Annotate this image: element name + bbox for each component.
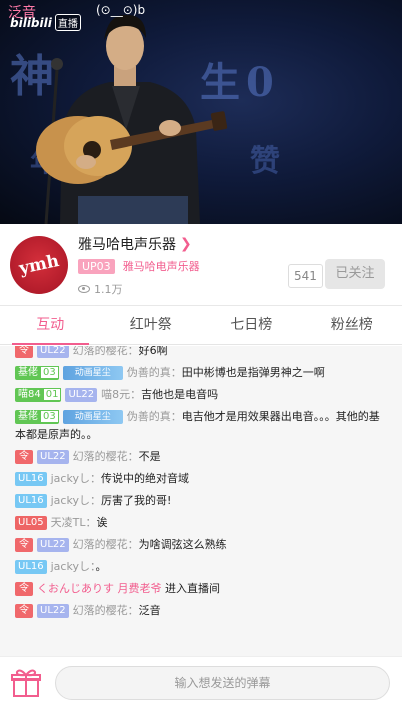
- chat-username[interactable]: 幻落的樱花：: [73, 538, 139, 551]
- chat-list[interactable]: 令 UL22 幻落的樱花：好6啊 基佬 03 动画星尘 伪善的真：田中彬博也是指弹男神之一啊…: [0, 346, 402, 656]
- chat-message: 喵84 01 UL22 喵8元：吉他也是电音吗: [15, 386, 390, 404]
- chat-message: 令 UL22 幻落的樱花：泛音: [15, 602, 390, 620]
- chat-message: 基佬 03 动画星尘 伪善的真：田中彬博也是指弹男神之一啊: [15, 364, 390, 382]
- chat-message: 令 UL22 幻落的樱花：好6啊: [15, 346, 390, 360]
- chat-text: 。: [95, 560, 107, 573]
- chat-message: 令 UL22 幻落的樱花：不是: [15, 448, 390, 466]
- view-count: 1.1万: [78, 281, 123, 297]
- user-level-badge: UL16: [15, 472, 47, 486]
- tab-interact[interactable]: 互动: [0, 307, 101, 345]
- fan-medal-level: 03: [40, 410, 59, 423]
- user-level-badge: UL05: [15, 516, 47, 530]
- chat-message: UL16 jackyし：传说中的绝对音域: [15, 470, 390, 488]
- view-count-value: 1.1万: [94, 283, 123, 296]
- tab-fan-rank[interactable]: 粉丝榜: [302, 307, 402, 344]
- performer-image: [36, 14, 228, 224]
- chat-text: 为啥调弦这么熟练: [138, 538, 227, 551]
- video-player[interactable]: 神 生0 年 赞 泛音 (⊙__⊙)b bilibili 直播: [0, 0, 402, 224]
- admin-icon: 令: [15, 346, 33, 358]
- up-level-badge: UP03: [78, 258, 115, 274]
- chat-username[interactable]: 幻落的樱花：: [73, 346, 139, 357]
- fan-medal-name: 基佬: [18, 367, 38, 378]
- chat-text: 好6啊: [138, 346, 168, 357]
- admin-icon: 令: [15, 538, 33, 552]
- chat-message: 令 UL22 幻落的樱花：为啥调弦这么熟练: [15, 536, 390, 554]
- chat-text: 诶: [96, 516, 108, 529]
- user-level-badge: UL16: [15, 494, 47, 508]
- medal-badge: 动画星尘: [62, 366, 123, 380]
- chevron-right-icon: ❯: [180, 236, 192, 252]
- fan-medal-badge: 基佬 03: [15, 366, 59, 380]
- admin-icon: 令: [15, 582, 33, 596]
- chat-text: 田中彬博也是指弹男神之一啊: [181, 366, 325, 379]
- streamer-name: 雅马哈电声乐器: [78, 237, 176, 253]
- chat-text: 传说中的绝对音域: [100, 472, 189, 485]
- fan-medal-level: 03: [40, 366, 59, 379]
- chat-username[interactable]: 幻落的樱花：: [73, 604, 139, 617]
- chat-text: 进入直播间: [165, 582, 220, 595]
- tab-bar: 互动 红叶祭 七日榜 粉丝榜: [0, 307, 402, 345]
- tab-weekly-rank[interactable]: 七日榜: [201, 307, 302, 344]
- danmaku-input[interactable]: 输入想发送的弹幕: [55, 666, 390, 700]
- fan-medal-name: 喵84: [18, 389, 41, 400]
- chat-username[interactable]: 喵8元：: [101, 388, 141, 401]
- chat-message: 基佬 03 动画星尘 伪善的真：电吉他才是用效果器出电音。。。其他的基本都是原声的。。: [15, 408, 390, 444]
- tab-red-leaf[interactable]: 红叶祭: [101, 307, 202, 344]
- chat-username[interactable]: jackyし：: [51, 494, 101, 507]
- chat-text: 厉害了我的哥!: [100, 494, 172, 507]
- chat-message: UL16 jackyし：。: [15, 558, 390, 576]
- bilibili-live-logo: bilibili 直播: [10, 14, 81, 31]
- eye-icon: [78, 285, 90, 293]
- fan-count: 541: [288, 264, 323, 288]
- chat-text: 泛音: [138, 604, 161, 617]
- chat-username[interactable]: jackyし：: [51, 560, 96, 573]
- chat-username[interactable]: jackyし：: [51, 472, 101, 485]
- chat-text: 吉他也是电音吗: [141, 388, 219, 401]
- user-level-badge: UL22: [65, 388, 98, 402]
- up-row: UP03 雅马哈电声乐器: [78, 258, 200, 274]
- chat-message: 令くおんじありす 月费老爷 进入直播间: [15, 580, 390, 598]
- bilibili-logo-text: bilibili: [10, 15, 52, 30]
- avatar[interactable]: ymh: [10, 236, 68, 294]
- streamer-name-link[interactable]: 雅马哈电声乐器 ❯: [78, 234, 192, 254]
- chat-username[interactable]: 天凌TL：: [51, 516, 97, 529]
- follow-button[interactable]: 已关注: [325, 259, 385, 289]
- streamer-info: ymh 雅马哈电声乐器 ❯ UP03 雅马哈电声乐器 1.1万 541 已关注: [0, 224, 402, 306]
- danmaku-text: (⊙__⊙)b: [96, 3, 146, 17]
- medal-badge: 动画星尘: [62, 410, 123, 424]
- fan-medal-badge: 基佬 03: [15, 410, 59, 424]
- user-level-badge: UL22: [37, 450, 69, 464]
- chat-message: UL05 天凌TL：诶: [15, 514, 390, 532]
- bottom-bar: 输入想发送的弹幕: [0, 656, 402, 709]
- admin-icon: 令: [15, 604, 33, 618]
- fan-medal-level: 01: [42, 388, 62, 401]
- live-badge: 直播: [54, 14, 81, 31]
- fan-medal-name: 基佬: [18, 411, 38, 422]
- admin-icon: 令: [15, 450, 33, 464]
- user-level-badge: UL22: [37, 538, 69, 552]
- user-level-badge: UL16: [15, 560, 47, 574]
- chat-username[interactable]: 伪善的真：: [127, 366, 182, 379]
- chat-username[interactable]: くおんじありす 月费老爷: [37, 582, 162, 595]
- chat-username[interactable]: 幻落的樱花：: [73, 450, 139, 463]
- chat-username[interactable]: 伪善的真：: [127, 410, 182, 423]
- chat-text: 不是: [138, 450, 161, 463]
- fan-medal-badge: 喵84 01: [15, 388, 62, 402]
- up-name: 雅马哈电声乐器: [122, 260, 200, 273]
- user-level-badge: UL22: [37, 346, 69, 358]
- gift-icon[interactable]: [10, 667, 42, 699]
- user-level-badge: UL22: [37, 604, 69, 618]
- chat-message: UL16 jackyし：厉害了我的哥!: [15, 492, 390, 510]
- avatar-logo-mark: ymh: [17, 251, 61, 279]
